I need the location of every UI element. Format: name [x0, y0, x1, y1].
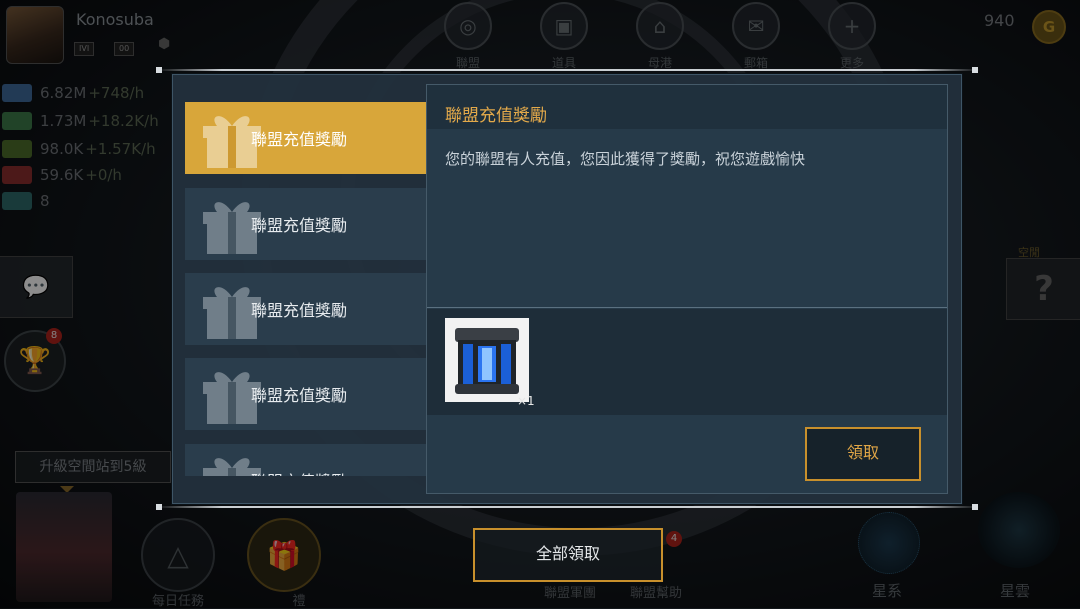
frame-corner — [156, 67, 162, 73]
reward-list-item[interactable]: 聯盟充值獎勵 — [185, 188, 427, 260]
reward-item-tile[interactable] — [445, 318, 529, 402]
claim-button[interactable]: 領取 — [805, 427, 921, 481]
supply-crate-icon — [455, 328, 519, 394]
reward-list-item[interactable]: 聯盟充值獎勵 — [185, 444, 427, 476]
frame-corner — [972, 67, 978, 73]
detail-title: 聯盟充值獎勵 — [445, 106, 547, 126]
reward-list-item-label: 聯盟充值獎勵 — [251, 216, 348, 235]
reward-list-item-label: 聯盟充值獎勵 — [251, 301, 348, 320]
reward-detail-panel: 聯盟充值獎勵 您的聯盟有人充值，您因此獲得了獎勵，祝您遊戲愉快 ×1 領取 — [426, 84, 948, 494]
reward-list-item-label: 聯盟充值獎勵 — [251, 130, 348, 149]
reward-list-item[interactable]: 聯盟充值獎勵 — [185, 273, 427, 345]
reward-list[interactable]: 聯盟充值獎勵 聯盟充值獎勵 聯盟充值獎勵 聯盟充值獎勵 聯盟充值獎勵 — [185, 102, 427, 476]
detail-message: 您的聯盟有人充值，您因此獲得了獎勵，祝您遊戲愉快 — [445, 150, 806, 168]
reward-list-item[interactable]: 聯盟充值獎勵 — [185, 358, 427, 430]
reward-list-item[interactable]: 聯盟充值獎勵 — [185, 102, 427, 174]
reward-list-item-label: 聯盟充值獎勵 — [251, 468, 347, 476]
frame-top-line — [156, 69, 980, 71]
frame-corner — [972, 504, 978, 510]
claim-all-button[interactable]: 全部領取 — [473, 528, 663, 582]
frame-corner — [156, 504, 162, 510]
reward-quantity: ×1 — [517, 394, 535, 408]
frame-bottom-line — [156, 506, 980, 508]
reward-list-item-label: 聯盟充值獎勵 — [251, 386, 348, 405]
divider — [427, 307, 947, 308]
